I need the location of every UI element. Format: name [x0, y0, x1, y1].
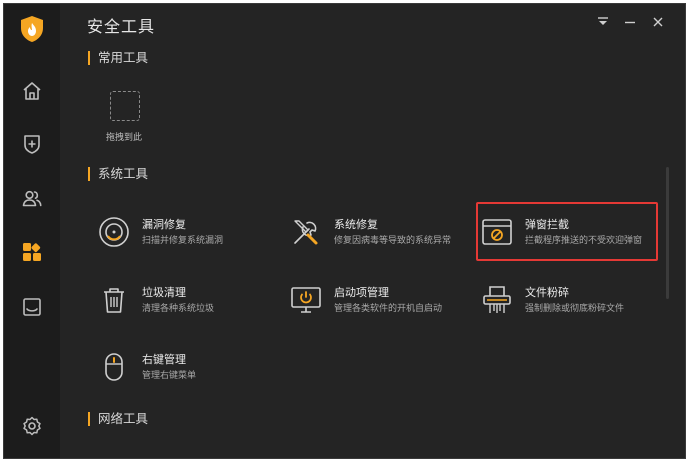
tool-file-shredder[interactable]: 文件粉碎 强制删除或彻底粉碎文件	[481, 280, 653, 320]
popup-block-icon	[482, 219, 512, 245]
sidebar-item-accounts[interactable]	[18, 184, 46, 212]
section-accent-bar	[88, 167, 90, 181]
mouse-icon	[105, 353, 123, 381]
tool-description: 管理各类软件的开机自启动	[334, 304, 443, 314]
tool-description: 修复因病毒等导致的系统异常	[334, 236, 452, 246]
tool-description: 清理各种系统垃圾	[142, 304, 215, 314]
shredder-icon	[483, 286, 511, 313]
tool-name: 漏洞修复	[142, 218, 186, 231]
close-icon	[653, 17, 663, 27]
menu-down-icon	[598, 17, 608, 25]
minimize-icon	[625, 21, 635, 24]
inbox-icon	[23, 298, 41, 316]
section-accent-bar	[88, 51, 90, 65]
tool-description: 管理右键菜单	[142, 371, 197, 381]
tool-description: 扫描并修复系统漏洞	[142, 236, 224, 246]
main-panel: 安全工具 常用工具 拖拽到此 系统工具 漏洞修复 扫描并修复系统漏洞 系统修复 …	[60, 4, 685, 458]
tool-name: 垃圾清理	[142, 286, 186, 299]
scrollbar[interactable]	[666, 167, 669, 299]
gear-icon	[23, 416, 41, 436]
startup-monitor-icon	[291, 287, 321, 313]
tool-name: 文件粉碎	[525, 286, 569, 299]
section-accent-bar	[88, 412, 90, 426]
section-title: 常用工具	[98, 50, 149, 65]
tool-system-repair[interactable]: 系统修复 修复因病毒等导致的系统异常	[290, 212, 470, 252]
minimize-button[interactable]	[622, 14, 638, 30]
shield-logo-icon	[19, 15, 45, 43]
tool-popup-blocker[interactable]: 弹窗拦截 拦截程序推送的不受欢迎弹窗	[481, 212, 653, 252]
tool-description: 拦截程序推送的不受欢迎弹窗	[525, 236, 643, 246]
sidebar	[4, 4, 60, 458]
home-icon	[23, 82, 41, 100]
tool-context-menu-manager[interactable]: 右键管理 管理右键菜单	[98, 347, 268, 387]
tool-description: 强制删除或彻底粉碎文件	[525, 304, 625, 314]
wrench-screwdriver-icon	[294, 220, 318, 245]
tool-name: 系统修复	[334, 218, 378, 231]
drop-zone-label: 拖拽到此	[106, 133, 143, 143]
sidebar-item-tools[interactable]	[18, 238, 46, 266]
tool-junk-cleanup[interactable]: 垃圾清理 清理各种系统垃圾	[98, 280, 268, 320]
sidebar-item-inbox[interactable]	[18, 293, 46, 321]
bug-fix-icon	[99, 217, 129, 247]
trash-icon	[104, 288, 124, 313]
users-icon	[22, 190, 42, 207]
section-title: 系统工具	[98, 166, 149, 181]
grid-apps-icon	[23, 243, 41, 261]
tool-startup-manager[interactable]: 启动项管理 管理各类软件的开机自启动	[290, 280, 470, 320]
tool-name: 右键管理	[142, 353, 186, 366]
app-window: 安全工具 常用工具 拖拽到此 系统工具 漏洞修复 扫描并修复系统漏洞 系统修复 …	[3, 3, 686, 459]
sidebar-item-settings[interactable]	[18, 412, 46, 440]
section-title: 网络工具	[98, 411, 149, 426]
sidebar-item-protection[interactable]	[18, 130, 46, 158]
tool-vulnerability-fix[interactable]: 漏洞修复 扫描并修复系统漏洞	[98, 212, 268, 252]
menu-dropdown-button[interactable]	[595, 14, 611, 30]
close-button[interactable]	[650, 14, 666, 30]
tool-name: 弹窗拦截	[525, 218, 569, 231]
sidebar-item-home[interactable]	[18, 77, 46, 105]
tool-name: 启动项管理	[334, 286, 389, 299]
drop-zone[interactable]	[110, 91, 140, 121]
shield-plus-icon	[24, 135, 40, 154]
window-title: 安全工具	[87, 17, 156, 36]
